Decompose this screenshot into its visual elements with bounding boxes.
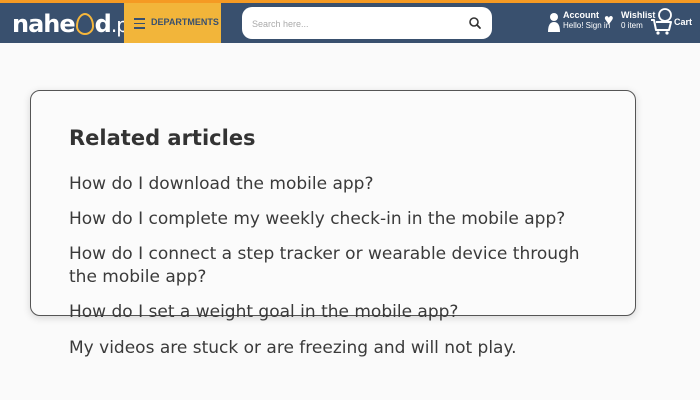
wishlist-count: 0 item [621,21,643,30]
logo-text: d [94,10,112,38]
article-link[interactable]: How do I set a weight goal in the mobile… [69,301,458,324]
logo-pin-icon [75,13,94,35]
cart-icon [651,8,672,35]
cart-label: Cart [674,17,693,27]
user-icon [548,13,560,32]
site-logo[interactable]: nahed.pk [12,10,139,38]
logo-text: nahe [12,10,76,38]
article-link[interactable]: How do I connect a step tracker or weara… [69,243,580,266]
account-title: Account [563,10,599,20]
article-link-continued[interactable]: the mobile app? [69,266,206,289]
departments-button[interactable]: DEPARTMENTS ▾ [124,3,226,43]
article-link[interactable]: How do I download the mobile app? [69,173,374,196]
heart-icon: ♥ [604,12,614,29]
article-link[interactable]: How do I complete my weekly check-in in … [69,208,565,231]
search-input[interactable] [250,14,454,34]
menu-icon [134,18,145,29]
article-link[interactable]: My videos are stuck or are freezing and … [69,337,517,360]
related-articles-title: Related articles [69,126,256,150]
search-icon [469,17,481,29]
search-button[interactable] [464,12,486,34]
search-bar [242,7,492,39]
departments-label: DEPARTMENTS ▾ [151,17,226,27]
